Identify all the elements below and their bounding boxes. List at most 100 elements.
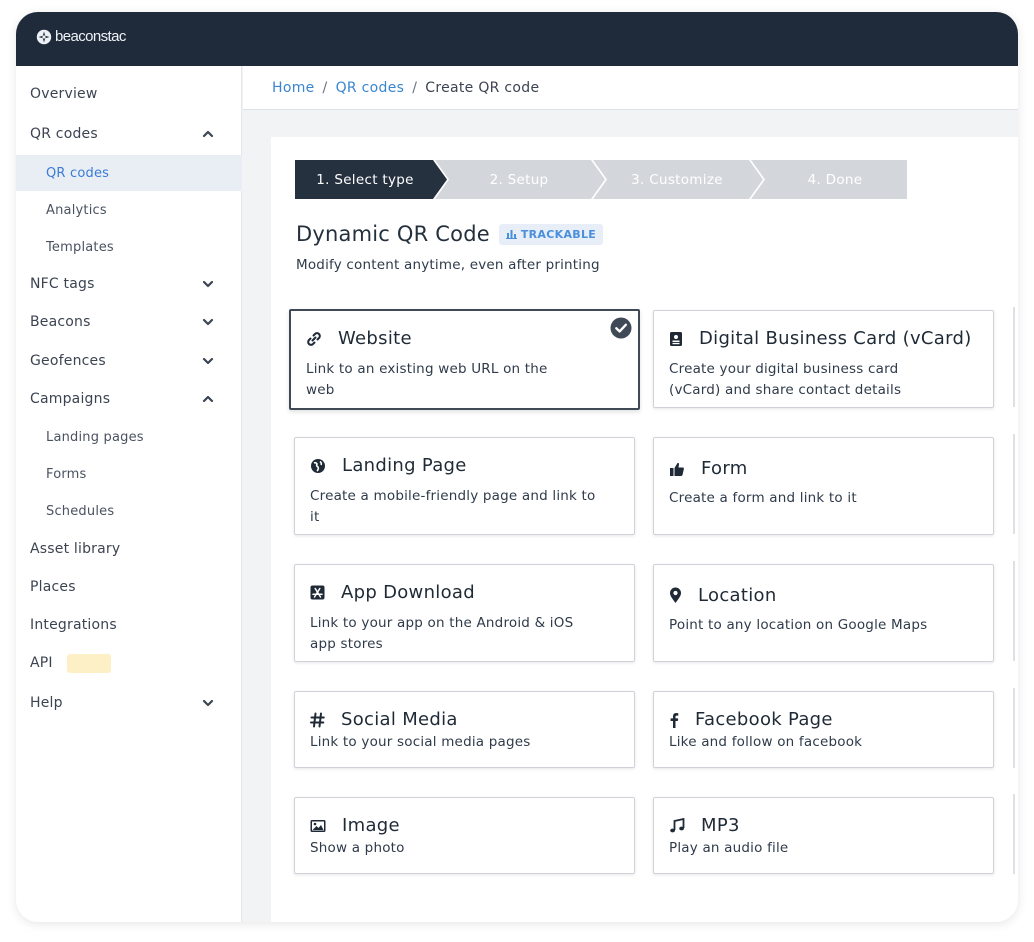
qr-type-title: Digital Business Card (vCard) <box>669 328 972 349</box>
beaconstac-logo-icon <box>36 29 52 44</box>
app-store-icon <box>310 585 333 600</box>
qr-type-mp3[interactable]: MP3 Play an audio file <box>653 797 994 874</box>
qr-type-title: Landing Page <box>310 455 467 476</box>
sidebar-item-label: Landing pages <box>46 429 144 445</box>
sidebar-item-label: Templates <box>46 239 114 255</box>
qr-type-title: MP3 <box>669 815 740 836</box>
qr-type-title-text: Form <box>701 458 748 479</box>
sidebar-item-label: Asset library <box>30 541 121 557</box>
sidebar-item-places[interactable]: Places <box>16 569 242 605</box>
qr-type-social-media[interactable]: Social Media Link to your social media pa… <box>294 691 635 768</box>
breadcrumb-separator: / <box>412 79 418 96</box>
sidebar-item-nfc-tags[interactable]: NFC tags <box>16 266 242 302</box>
sidebar-item-beacons[interactable]: Beacons <box>16 304 242 340</box>
sidebar-item-schedules[interactable]: Schedules <box>16 493 242 529</box>
sidebar: Overview QR codes QR codes Analytics Templat… <box>16 66 242 922</box>
breadcrumb-separator: / <box>322 79 328 96</box>
bar-chart-icon <box>505 230 517 239</box>
step-label: 2. Setup <box>489 171 549 188</box>
sidebar-item-asset-library[interactable]: Asset library <box>16 531 242 567</box>
sidebar-item-label: Help <box>30 695 63 711</box>
sidebar-item-label: API <box>30 655 53 671</box>
app-window: beaconstac Overview QR codes QR codes Analy… <box>16 12 1018 922</box>
partial-tile-edge <box>1013 434 1018 534</box>
chevron-up-icon[interactable] <box>201 127 215 141</box>
qr-type-title-text: Digital Business Card (vCard) <box>699 328 972 349</box>
qr-type-description: Play an audio file <box>669 840 789 856</box>
brand-name: beaconstac <box>55 28 126 45</box>
qr-type-image[interactable]: Image Show a photo <box>294 797 635 874</box>
sidebar-item-qr-codes[interactable]: QR codes <box>16 155 242 191</box>
step-select-type[interactable]: 1. Select type <box>295 160 435 199</box>
sidebar-item-geofences[interactable]: Geofences <box>16 343 242 379</box>
sidebar-item-overview[interactable]: Overview <box>16 79 242 109</box>
qr-type-app-download[interactable]: App Download Link to your app on the Andr… <box>294 564 635 662</box>
brand-logo[interactable]: beaconstac <box>36 28 126 45</box>
sidebar-item-label: NFC tags <box>30 276 95 292</box>
chevron-down-icon[interactable] <box>201 354 215 368</box>
image-icon <box>310 819 334 833</box>
step-setup[interactable]: 2. Setup <box>447 160 591 199</box>
sidebar-item-label: Integrations <box>30 617 117 633</box>
main-content: Home / QR codes / Create QR code 1. Sele… <box>243 66 1018 922</box>
qr-type-description: Link to your app on the Android & iOS ap… <box>310 615 574 652</box>
chevron-up-icon[interactable] <box>201 392 215 406</box>
sidebar-item-analytics[interactable]: Analytics <box>16 192 242 228</box>
qr-type-title: Location <box>669 585 777 606</box>
id-card-icon <box>669 331 691 347</box>
sidebar-item-label: Forms <box>46 466 87 482</box>
partial-tile-edge <box>1013 561 1018 661</box>
qr-type-digital-business-card-vcard[interactable]: Digital Business Card (vCard) Create your… <box>653 310 994 408</box>
breadcrumb: Home / QR codes / Create QR code <box>243 66 1018 110</box>
breadcrumb-qr-codes[interactable]: QR codes <box>336 80 405 96</box>
sidebar-item-help[interactable]: Help <box>16 685 242 721</box>
step-label: 3. Customize <box>631 171 723 188</box>
chevron-down-icon[interactable] <box>201 277 215 291</box>
sidebar-item-qr-codes[interactable]: QR codes <box>16 116 242 152</box>
breadcrumb-current: Create QR code <box>425 79 540 96</box>
qr-type-title-text: Location <box>698 585 777 606</box>
qr-type-title-text: Social Media <box>341 709 458 730</box>
page-subtitle: Modify content anytime, even after print… <box>296 257 600 273</box>
qr-type-landing-page[interactable]: Landing Page Create a mobile-friendly pag… <box>294 437 635 535</box>
qr-type-title-text: Image <box>342 815 400 836</box>
partial-tile-edge <box>1013 688 1018 768</box>
chevron-down-icon[interactable] <box>201 315 215 329</box>
sidebar-item-api[interactable]: API <box>16 645 242 681</box>
qr-type-title-text: Facebook Page <box>695 709 833 730</box>
trackable-badge: TRACKABLE <box>498 223 604 245</box>
chevron-down-icon[interactable] <box>201 696 215 710</box>
qr-type-description: Like and follow on facebook <box>669 734 863 750</box>
sidebar-item-label: Places <box>30 579 76 595</box>
link-icon <box>306 331 330 347</box>
step-customize[interactable]: 3. Customize <box>605 160 749 199</box>
step-label: 1. Select type <box>316 171 414 188</box>
facebook-icon <box>669 712 687 728</box>
qr-type-description: Create a form and link to it <box>669 490 857 506</box>
qr-type-description: Create your digital business card (vCard… <box>669 361 902 398</box>
qr-type-title: Image <box>310 815 400 836</box>
globe-icon <box>310 458 334 474</box>
breadcrumb-home[interactable]: Home <box>272 80 315 96</box>
sidebar-item-label: Beacons <box>30 314 91 330</box>
thumbs-up-icon <box>669 461 693 477</box>
sidebar-item-integrations[interactable]: Integrations <box>16 607 242 643</box>
stepper: 1. Select type 2. Setup 3. Customize 4. … <box>295 160 907 199</box>
sidebar-item-forms[interactable]: Forms <box>16 456 242 492</box>
step-done[interactable]: 4. Done <box>763 160 907 199</box>
qr-type-description: Link to your social media pages <box>310 734 531 750</box>
qr-type-location[interactable]: Location Point to any location on Google … <box>653 564 994 662</box>
step-label: 4. Done <box>807 171 863 188</box>
sidebar-item-label: Geofences <box>30 353 106 369</box>
sidebar-item-landing-pages[interactable]: Landing pages <box>16 419 242 455</box>
qr-type-title-text: Landing Page <box>342 455 467 476</box>
qr-type-title: App Download <box>310 582 475 603</box>
qr-type-description: Link to an existing web URL on the web <box>306 361 548 398</box>
qr-type-facebook-page[interactable]: Facebook Page Like and follow on facebook <box>653 691 994 768</box>
sidebar-item-campaigns[interactable]: Campaigns <box>16 381 242 417</box>
qr-type-form[interactable]: Form Create a form and link to it <box>653 437 994 535</box>
qr-type-website[interactable]: Website Link to an existing web URL on th… <box>289 309 640 410</box>
qr-type-title: Facebook Page <box>669 709 833 730</box>
partial-tile-edge <box>1013 794 1018 874</box>
sidebar-item-templates[interactable]: Templates <box>16 229 242 265</box>
